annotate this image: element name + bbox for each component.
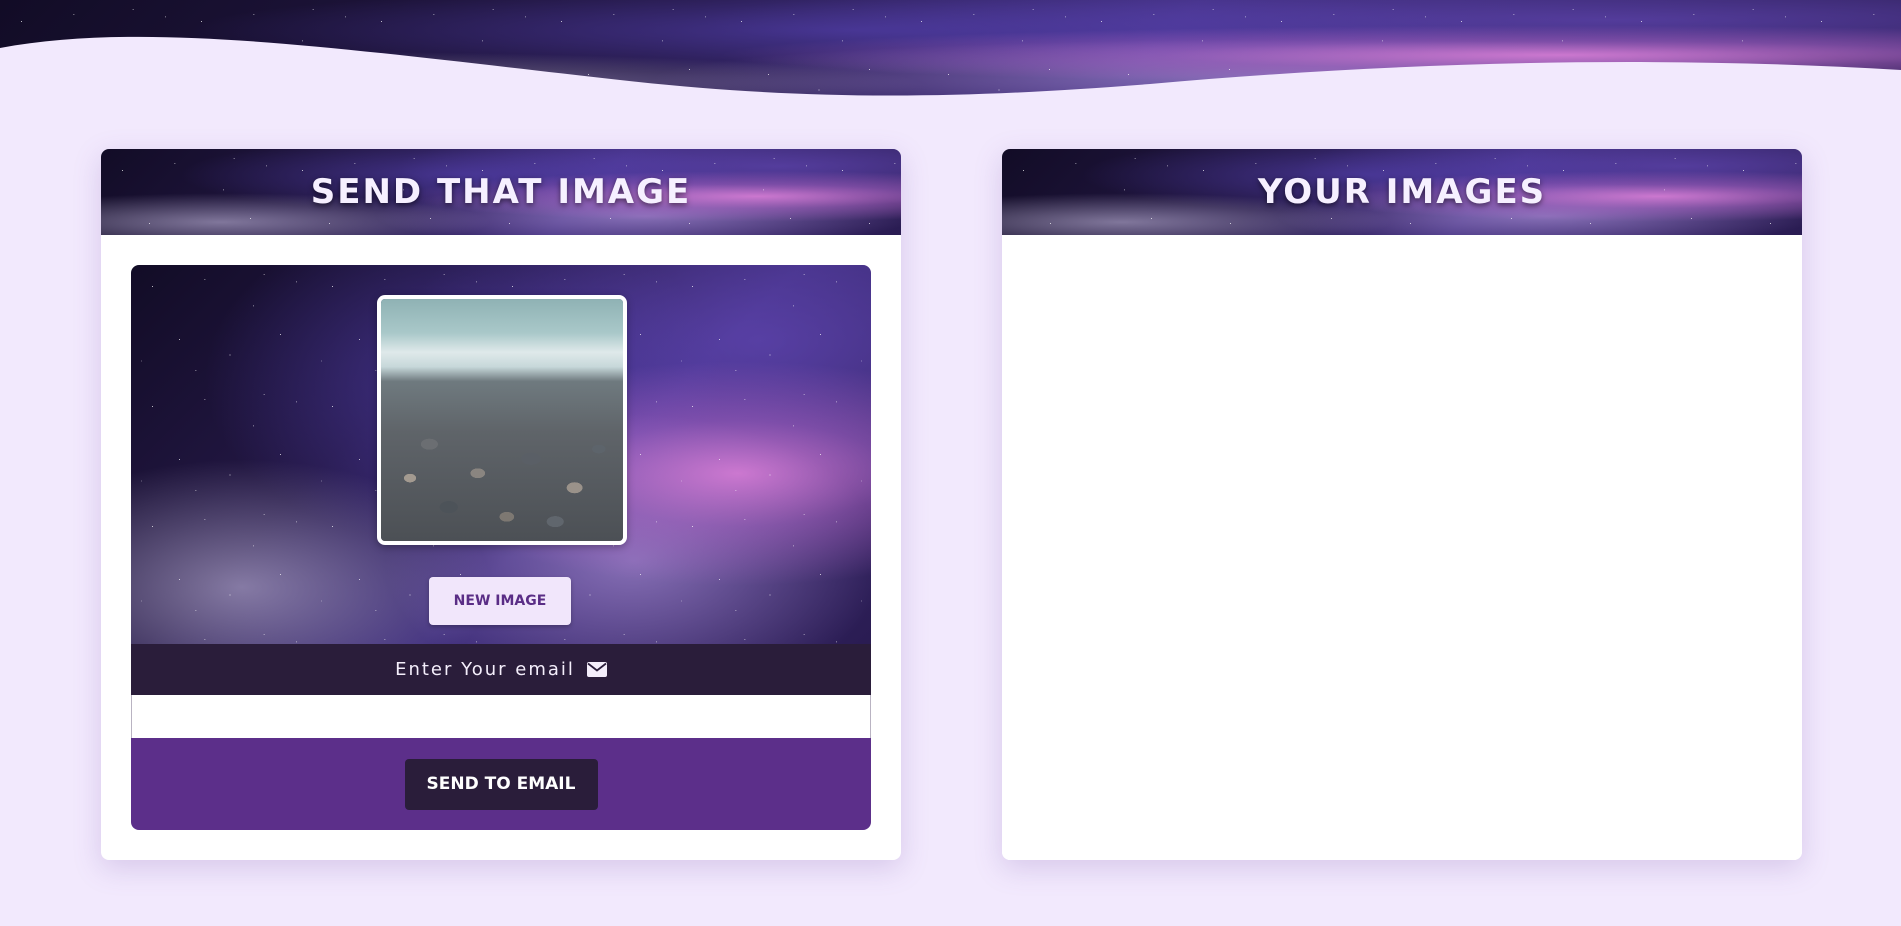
send-panel: NEW IMAGE Enter Your email SEND TO EMAIL [131,265,871,830]
image-preview-frame [377,295,627,545]
email-input[interactable] [131,695,871,738]
your-images-card: YOUR IMAGES [1002,149,1802,860]
images-list [1002,235,1802,860]
send-to-email-button[interactable]: SEND TO EMAIL [404,758,598,810]
send-image-card: SEND THAT IMAGE NEW IMAGE Enter Your ema… [101,149,901,860]
email-label: Enter Your email [395,659,575,680]
new-image-button[interactable]: NEW IMAGE [429,577,571,625]
banner-wave [0,36,1901,100]
send-bar: SEND TO EMAIL [131,738,871,830]
send-card-header: SEND THAT IMAGE [101,149,901,235]
image-preview-area: NEW IMAGE [131,265,871,644]
images-card-header: YOUR IMAGES [1002,149,1802,235]
top-banner [0,0,1901,100]
send-card-title: SEND THAT IMAGE [310,172,692,212]
preview-image [381,299,623,541]
email-label-bar: Enter Your email [131,644,871,695]
images-card-title: YOUR IMAGES [1257,172,1547,212]
envelope-icon [586,662,607,677]
